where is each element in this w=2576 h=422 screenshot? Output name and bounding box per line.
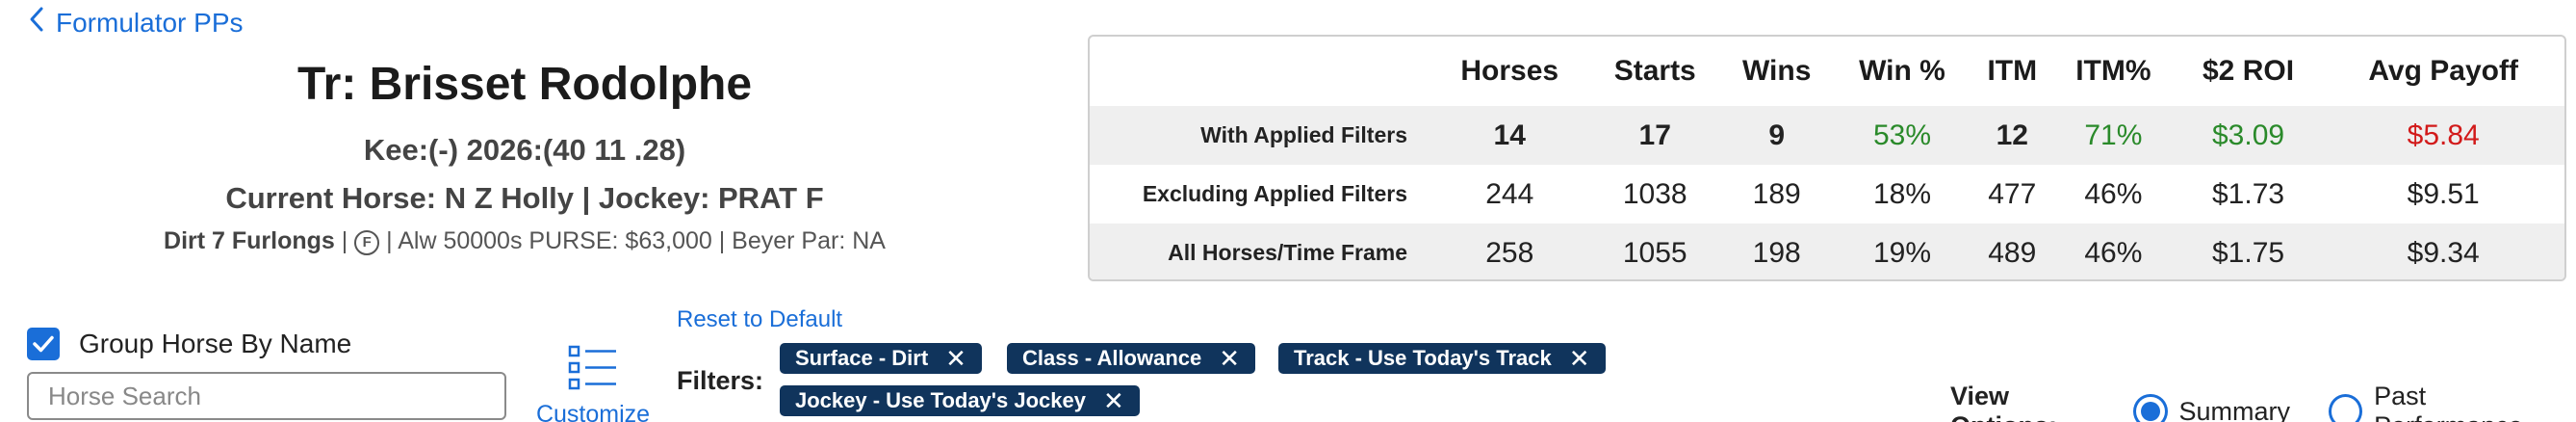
table-cell: $9.34 bbox=[2322, 224, 2564, 279]
table-cell: 19% bbox=[1832, 224, 1972, 279]
table-cell: 53% bbox=[1832, 106, 1972, 165]
header-block: Tr: Brisset Rodolphe Kee:(-) 2026:(40 11… bbox=[39, 56, 1011, 258]
table-cell: $5.84 bbox=[2322, 106, 2564, 165]
table-cell: 244 bbox=[1485, 177, 1534, 210]
table-cell: 71% bbox=[2052, 106, 2175, 165]
table-cell: $1.73 bbox=[2211, 177, 2285, 210]
chevron-left-icon bbox=[29, 6, 44, 40]
stats-header-row: Horses Starts Wins Win % ITM ITM% $2 ROI… bbox=[1090, 37, 2564, 106]
back-link[interactable]: Formulator PPs bbox=[29, 6, 244, 40]
row-label: Excluding Applied Filters bbox=[1142, 181, 1407, 206]
table-cell: 46% bbox=[2084, 177, 2143, 210]
radio-past-performance[interactable] bbox=[2329, 394, 2363, 422]
col-header-roi: $2 ROI bbox=[2202, 55, 2295, 87]
col-header-win-pct: Win % bbox=[1859, 55, 1945, 87]
radio-summary[interactable] bbox=[2133, 394, 2168, 422]
close-icon[interactable]: ✕ bbox=[1569, 343, 1590, 374]
race-surface-distance: Dirt 7 Furlongs bbox=[164, 227, 335, 254]
filter-chip-jockey[interactable]: Jockey - Use Today's Jockey ✕ bbox=[780, 385, 1140, 416]
current-horse-line: Current Horse: N Z Holly | Jockey: PRAT … bbox=[225, 181, 824, 215]
customize-label: Customize bbox=[535, 401, 651, 422]
table-cell: $3.09 bbox=[2174, 106, 2323, 165]
col-header-avg-payoff: Avg Payoff bbox=[2368, 55, 2518, 87]
customize-button[interactable]: Customize bbox=[535, 343, 651, 422]
kee-stats-line: Kee:(-) 2026:(40 11 .28) bbox=[363, 133, 686, 167]
stats-table: Horses Starts Wins Win % ITM ITM% $2 ROI… bbox=[1090, 37, 2564, 279]
table-cell: 46% bbox=[2052, 224, 2175, 279]
filter-chip-surface[interactable]: Surface - Dirt ✕ bbox=[780, 343, 982, 374]
filter-chip-track[interactable]: Track - Use Today's Track ✕ bbox=[1278, 343, 1606, 374]
col-header-itm: ITM bbox=[1987, 55, 2038, 87]
table-cell: 1055 bbox=[1588, 224, 1721, 279]
close-icon[interactable]: ✕ bbox=[1103, 385, 1124, 416]
horse-search-input[interactable] bbox=[27, 372, 506, 420]
row-label: With Applied Filters bbox=[1090, 106, 1430, 165]
radio-summary-label[interactable]: Summary bbox=[2179, 397, 2291, 422]
checkbox-checked-icon[interactable] bbox=[27, 328, 60, 360]
table-cell: 17 bbox=[1588, 106, 1721, 165]
table-cell: 1038 bbox=[1622, 177, 1687, 210]
stats-corner bbox=[1090, 37, 1430, 106]
back-link-label: Formulator PPs bbox=[56, 7, 244, 38]
close-icon[interactable]: ✕ bbox=[945, 343, 966, 374]
row-label: All Horses/Time Frame bbox=[1090, 224, 1430, 279]
table-cell: $9.51 bbox=[2407, 177, 2480, 210]
view-options-label: View Options: bbox=[1950, 382, 2057, 422]
table-cell: 18% bbox=[1872, 177, 1931, 210]
table-row: Excluding Applied Filters 244 1038 189 1… bbox=[1090, 165, 2564, 224]
list-settings-icon bbox=[535, 343, 651, 393]
radio-selected-dot-icon bbox=[2140, 402, 2160, 421]
chip-label: Class - Allowance bbox=[1022, 346, 1202, 370]
table-cell: 258 bbox=[1430, 224, 1589, 279]
reset-to-default-link[interactable]: Reset to Default bbox=[677, 306, 842, 333]
radio-past-performance-label[interactable]: Past Performance bbox=[2374, 382, 2576, 422]
table-cell: 14 bbox=[1430, 106, 1589, 165]
filter-chip-class[interactable]: Class - Allowance ✕ bbox=[1007, 343, 1256, 374]
col-header-itm-pct: ITM% bbox=[2075, 55, 2151, 87]
close-icon[interactable]: ✕ bbox=[1219, 343, 1240, 374]
chip-label: Track - Use Today's Track bbox=[1294, 346, 1552, 370]
race-separator: | bbox=[334, 227, 355, 254]
table-cell: 189 bbox=[1752, 177, 1801, 210]
trainer-title: Tr: Brisset Rodolphe bbox=[296, 59, 753, 110]
filters-label: Filters: bbox=[677, 366, 764, 395]
table-row: All Horses/Time Frame 258 1055 198 19% 4… bbox=[1090, 224, 2564, 279]
table-cell: 198 bbox=[1720, 224, 1833, 279]
stats-panel: Horses Starts Wins Win % ITM ITM% $2 ROI… bbox=[1088, 35, 2566, 281]
race-info-line: Dirt 7 Furlongs | F | Alw 50000s PURSE: … bbox=[39, 224, 1011, 258]
chip-label: Surface - Dirt bbox=[795, 346, 929, 370]
col-header-starts: Starts bbox=[1613, 55, 1696, 87]
circle-f-icon: F bbox=[354, 230, 380, 255]
chip-label: Jockey - Use Today's Jockey bbox=[795, 388, 1086, 412]
col-header-horses: Horses bbox=[1460, 55, 1559, 87]
group-by-name-toggle[interactable]: Group Horse By Name bbox=[27, 328, 351, 360]
table-cell: 489 bbox=[1971, 224, 2053, 279]
group-by-label: Group Horse By Name bbox=[79, 329, 352, 358]
table-cell: 477 bbox=[1988, 177, 2037, 210]
table-cell: 12 bbox=[1971, 106, 2053, 165]
table-row: With Applied Filters 14 17 9 53% 12 71% … bbox=[1090, 106, 2564, 165]
view-options: View Options: Summary Past Performance bbox=[1950, 382, 2576, 422]
table-cell: 9 bbox=[1720, 106, 1833, 165]
table-cell: $1.75 bbox=[2174, 224, 2323, 279]
race-details: | Alw 50000s PURSE: $63,000 | Beyer Par:… bbox=[379, 227, 886, 254]
col-header-wins: Wins bbox=[1742, 55, 1812, 87]
